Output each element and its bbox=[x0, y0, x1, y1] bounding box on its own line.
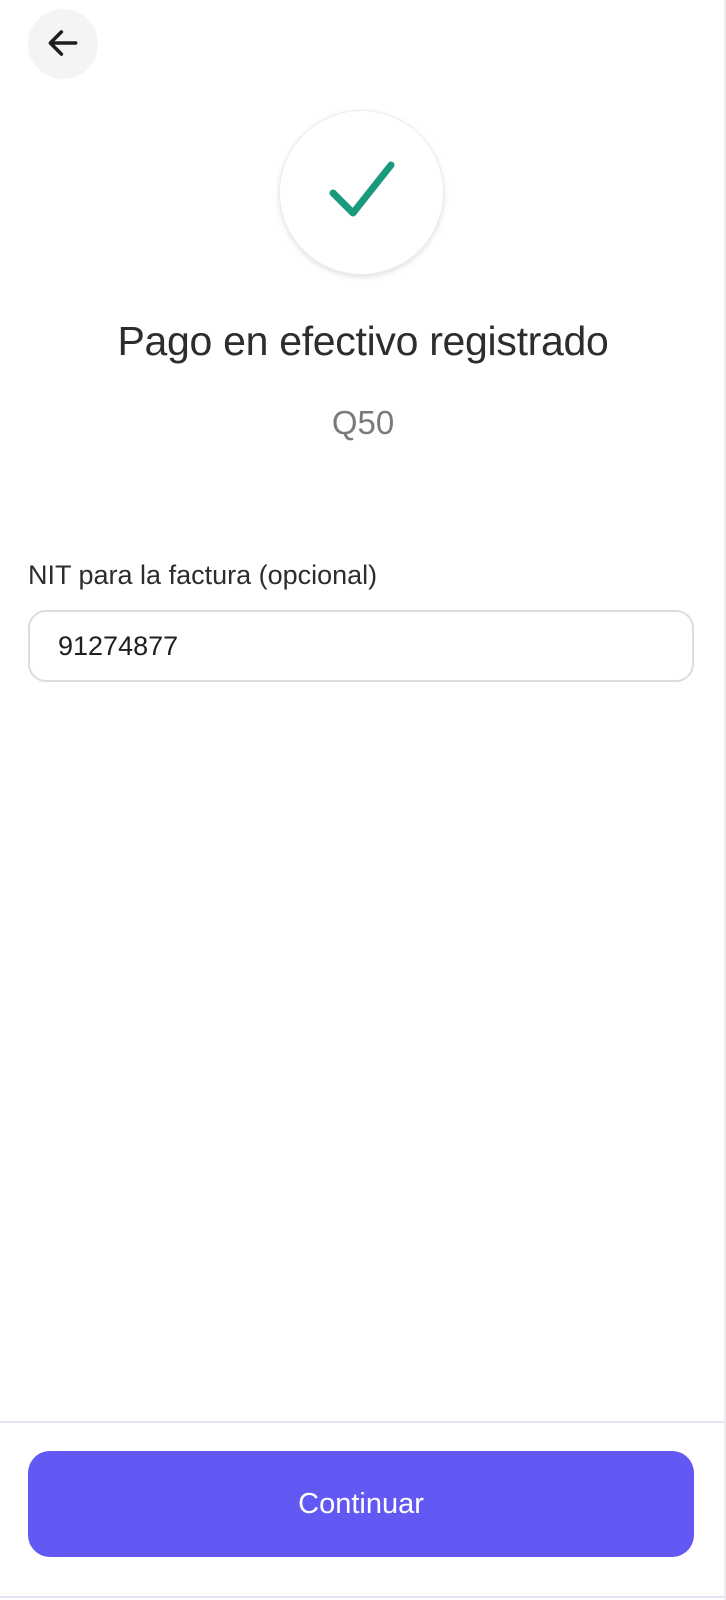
nit-input[interactable] bbox=[28, 610, 694, 682]
arrow-left-icon bbox=[44, 24, 82, 65]
back-button[interactable] bbox=[28, 9, 98, 79]
page-title: Pago en efectivo registrado bbox=[117, 318, 609, 364]
nit-field-label: NIT para la factura (opcional) bbox=[28, 560, 378, 590]
success-badge bbox=[279, 110, 444, 275]
payment-confirmation-screen: Pago en efectivo registrado Q50 NIT para… bbox=[0, 0, 726, 1600]
payment-amount: Q50 bbox=[331, 404, 395, 441]
footer-bar: Continuar bbox=[0, 1421, 724, 1598]
checkmark-icon bbox=[327, 159, 397, 226]
continue-button[interactable]: Continuar bbox=[28, 1451, 694, 1557]
